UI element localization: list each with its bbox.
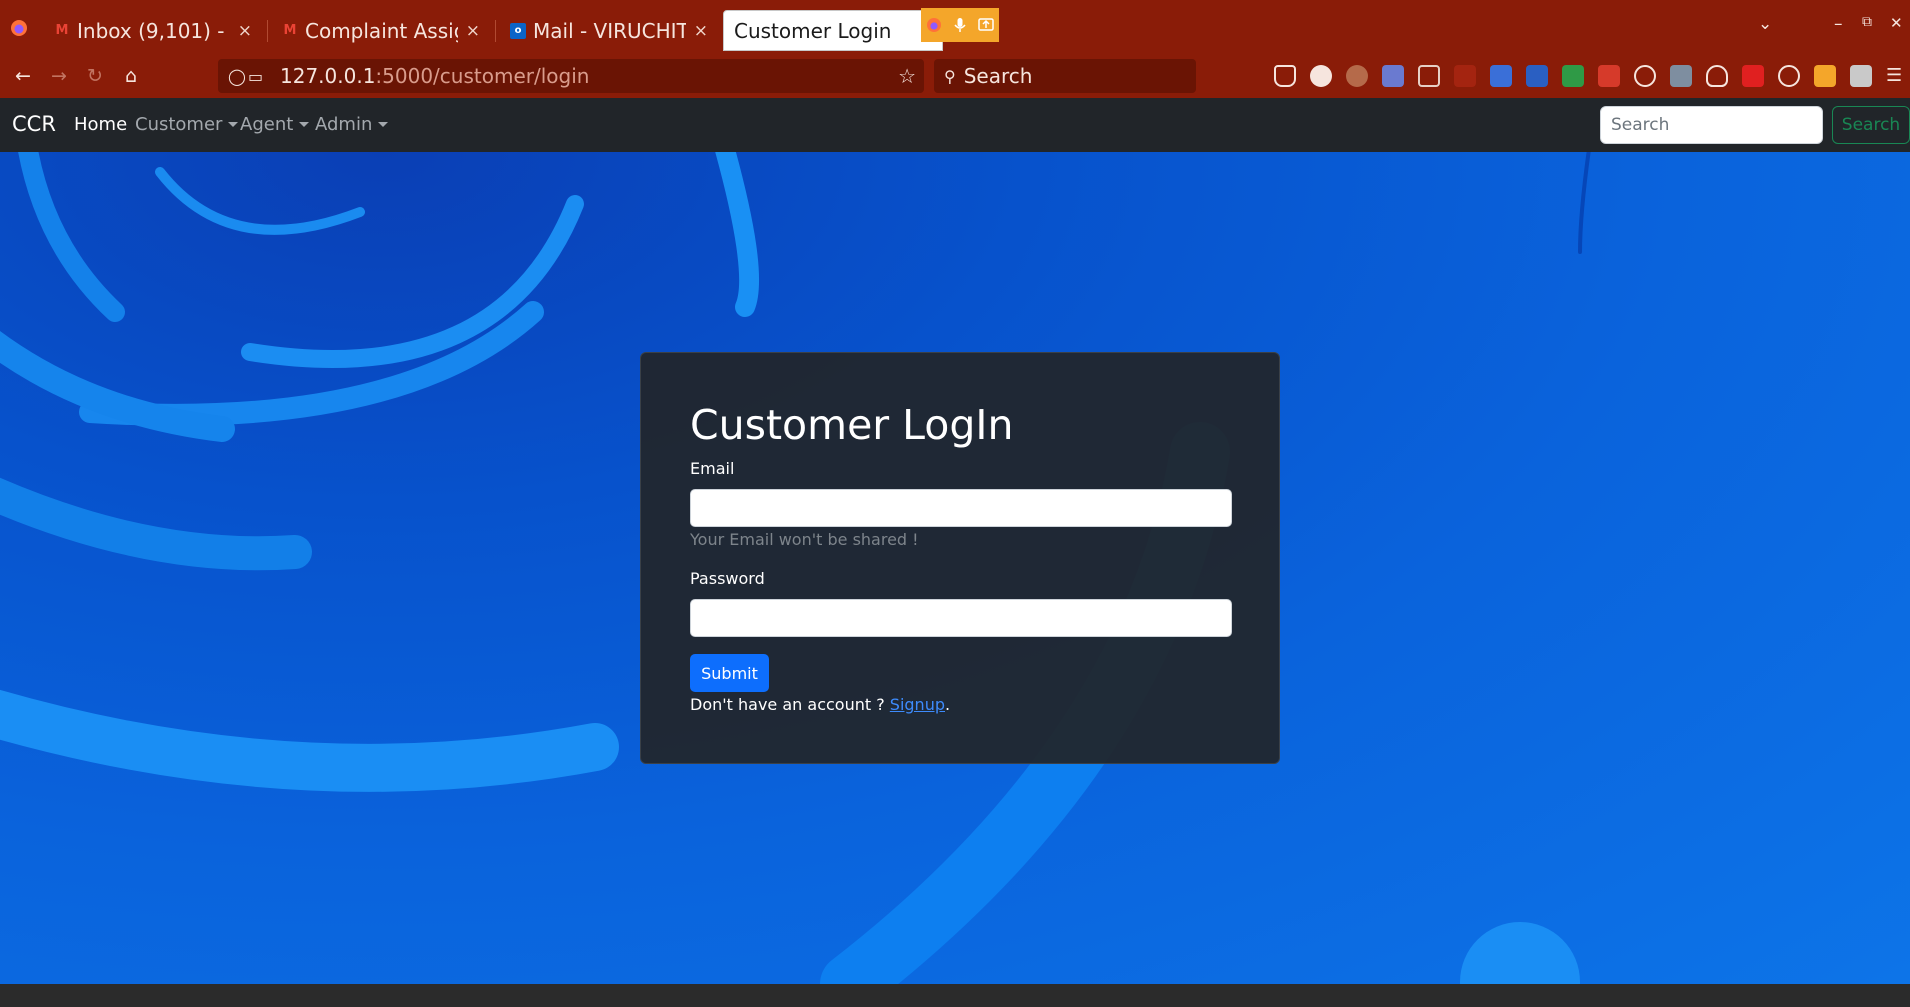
nav-home[interactable]: Home	[74, 114, 127, 135]
extension-100-icon[interactable]	[1526, 65, 1548, 87]
tab-title: Customer Login	[734, 18, 892, 43]
back-icon[interactable]: ←	[12, 65, 34, 87]
browser-search-bar[interactable]: ⚲ Search	[934, 59, 1196, 93]
shield-icon[interactable]: ◯	[228, 67, 246, 86]
password-label: Password	[690, 569, 765, 588]
login-card: Customer LogIn Email Your Email won't be…	[640, 352, 1280, 764]
sharing-indicator	[921, 8, 999, 42]
status-strip	[0, 984, 1910, 1007]
page-title: Customer LogIn	[690, 401, 1014, 449]
extension-pdf-icon[interactable]	[1598, 65, 1620, 87]
app-navbar: CCR Home Customer Agent Admin Search	[0, 98, 1910, 152]
gmail-icon: M	[283, 23, 297, 38]
nav-customer-label: Customer	[135, 114, 223, 135]
navbar-search-input[interactable]	[1600, 106, 1823, 144]
submit-button[interactable]: Submit	[690, 654, 769, 692]
firefox-icon[interactable]	[921, 8, 947, 42]
nav-agent-label: Agent	[240, 114, 294, 135]
tab-title: Inbox (9,101) - viruc	[77, 18, 230, 43]
reload-icon[interactable]: ↻	[84, 65, 106, 87]
chevron-down-icon	[228, 122, 239, 127]
extension-sheets-icon[interactable]	[1562, 65, 1584, 87]
brand[interactable]: CCR	[12, 112, 56, 136]
tab-title: Complaint Assignec	[305, 18, 458, 43]
minimize-icon[interactable]: –	[1834, 14, 1843, 34]
email-label: Email	[690, 459, 735, 478]
firefox-logo-icon[interactable]	[10, 19, 28, 37]
microphone-icon[interactable]	[947, 8, 973, 42]
nav-customer-dropdown[interactable]: Customer	[135, 114, 239, 135]
browser-tab-bar: M Inbox (9,101) - viruc × M Complaint As…	[0, 0, 1910, 54]
browser-search-placeholder: Search	[963, 64, 1033, 88]
nav-admin-dropdown[interactable]: Admin	[315, 114, 389, 135]
url-bar[interactable]: ◯ ▭ 127.0.0.1:5000/customer/login ☆	[218, 59, 924, 93]
signup-suffix: .	[945, 695, 951, 714]
extension-cookie-icon[interactable]	[1346, 65, 1368, 87]
extension-save-icon[interactable]	[1490, 65, 1512, 87]
close-window-icon[interactable]: ✕	[1890, 14, 1903, 32]
extension-react-icon[interactable]	[1634, 65, 1656, 87]
close-icon[interactable]: ×	[238, 21, 252, 41]
outlook-icon: o	[510, 22, 526, 39]
page-icon[interactable]: ▭	[248, 67, 266, 86]
screen-share-icon[interactable]	[973, 8, 999, 42]
tab-title: Mail - VIRUCHITH G	[533, 18, 686, 43]
extension-puzzle-icon[interactable]	[1382, 65, 1404, 87]
nav-admin-label: Admin	[315, 114, 373, 135]
extension-bulb-icon[interactable]	[1706, 65, 1728, 87]
chevron-down-icon	[378, 122, 389, 127]
password-field[interactable]	[690, 599, 1232, 637]
pocket-icon[interactable]	[1274, 65, 1296, 87]
extension-v-icon[interactable]	[1310, 65, 1332, 87]
browser-toolbar: ← → ↻ ⌂ ◯ ▭ 127.0.0.1:5000/customer/logi…	[0, 54, 1910, 98]
extension-box-icon[interactable]	[1418, 65, 1440, 87]
tab-separator	[495, 20, 496, 42]
page-background: Customer LogIn Email Your Email won't be…	[0, 152, 1910, 984]
email-help-text: Your Email won't be shared !	[690, 530, 919, 549]
close-icon[interactable]: ×	[694, 21, 708, 41]
tab-complaint-assigned[interactable]: M Complaint Assignec ×	[272, 10, 490, 51]
nav-home-label: Home	[74, 114, 128, 135]
signup-prompt: Don't have an account ? Signup.	[690, 695, 950, 714]
home-icon[interactable]: ⌂	[120, 65, 142, 87]
gmail-icon: M	[55, 23, 69, 38]
url-host: 127.0.0.1	[280, 64, 376, 88]
signup-link[interactable]: Signup	[890, 695, 945, 714]
forward-icon[interactable]: →	[48, 65, 70, 87]
extension-wave-icon[interactable]	[1814, 65, 1836, 87]
tab-list-icon[interactable]: ⌄	[1758, 14, 1772, 34]
navbar-search-button[interactable]: Search	[1832, 106, 1910, 144]
email-field[interactable]	[690, 489, 1232, 527]
tab-customer-login[interactable]: Customer Login	[723, 10, 943, 51]
bookmark-star-icon[interactable]: ☆	[898, 64, 916, 88]
tab-separator	[267, 20, 268, 42]
tab-mail-outlook[interactable]: o Mail - VIRUCHITH G ×	[500, 10, 718, 51]
tab-inbox[interactable]: M Inbox (9,101) - viruc ×	[44, 10, 262, 51]
extension-circle-icon[interactable]	[1778, 65, 1800, 87]
extension-ol-icon[interactable]	[1454, 65, 1476, 87]
extension-window-icon[interactable]	[1850, 65, 1872, 87]
close-icon[interactable]: ×	[466, 21, 480, 41]
extension-folder-icon[interactable]	[1670, 65, 1692, 87]
nav-agent-dropdown[interactable]: Agent	[240, 114, 310, 135]
chevron-down-icon	[299, 122, 310, 127]
restore-icon[interactable]: ⧉	[1862, 14, 1872, 30]
url-path: :5000/customer/login	[375, 64, 590, 88]
menu-hamburger-icon[interactable]: ☰	[1886, 65, 1904, 87]
url-text[interactable]: 127.0.0.1:5000/customer/login	[280, 64, 589, 88]
search-icon: ⚲	[944, 66, 956, 86]
signup-prompt-text: Don't have an account ?	[690, 695, 890, 714]
extension-pen-icon[interactable]	[1742, 65, 1764, 87]
extension-icons: ☰	[1274, 65, 1910, 87]
